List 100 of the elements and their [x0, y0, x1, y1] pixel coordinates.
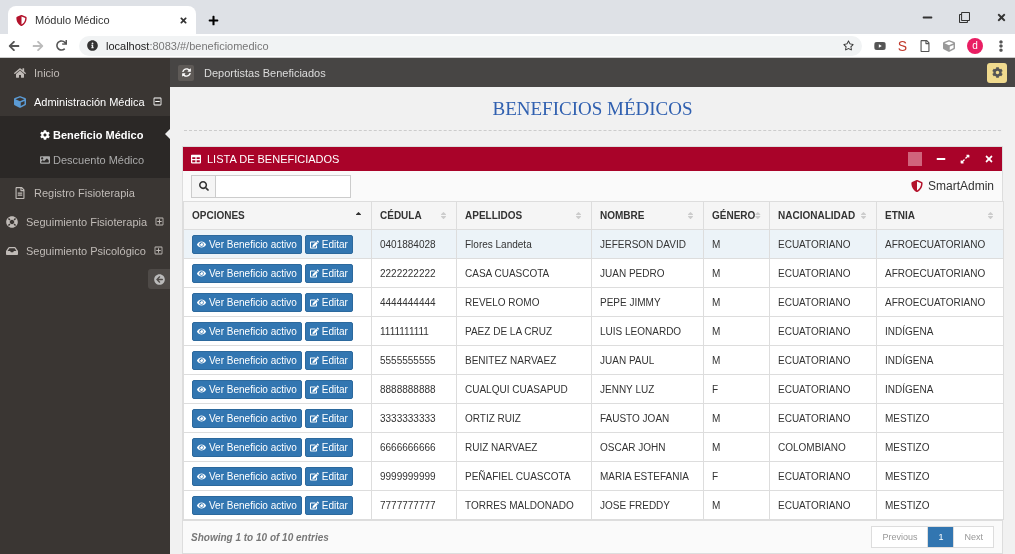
close-icon[interactable]: [984, 153, 994, 164]
table-row[interactable]: Ver Beneficio activo Editar 5555555555 BENITEZ NARVAEZ JUAN PAUL M ECUATORIANO INDÍGENA: [183, 345, 1004, 375]
edit-button[interactable]: Editar: [304, 379, 353, 399]
close-tab-icon[interactable]: [179, 15, 188, 25]
column-header[interactable]: ETNIA: [876, 201, 1004, 230]
view-button[interactable]: Ver Beneficio activo: [192, 350, 302, 370]
table-cell: INDÍGENA: [876, 345, 1004, 375]
table-cell: F: [703, 461, 770, 491]
view-button[interactable]: Ver Beneficio activo: [192, 379, 302, 399]
view-button[interactable]: Ver Beneficio activo: [192, 321, 302, 341]
eye-icon: [197, 384, 206, 394]
table-cell: ECUATORIANO: [769, 461, 877, 491]
browser-tab[interactable]: Módulo Médico: [8, 6, 196, 34]
table-row[interactable]: Ver Beneficio activo Editar 0401884028 Flores Landeta JEFERSON DAVID M ECUATORIANO AFROECUATORIANO: [183, 229, 1004, 259]
app-logo-icon: [16, 14, 27, 26]
table-row[interactable]: Ver Beneficio activo Editar 9999999999 PEÑAFIEL CUASCOTA MARIA ESTEFANIA F ECUATORIANO MESTIZO: [183, 461, 1004, 491]
sidebar-item[interactable]: Registro Fisioterapia: [0, 178, 170, 207]
cube-icon: [14, 95, 26, 108]
edit-button[interactable]: Editar: [304, 466, 353, 486]
table-cell: M: [703, 229, 770, 259]
table-cell: INDÍGENA: [876, 374, 1004, 404]
profile-avatar[interactable]: d: [967, 37, 983, 54]
column-header[interactable]: NOMBRE: [591, 201, 704, 230]
sidebar-item[interactable]: Inicio: [0, 58, 170, 87]
table-cell: M: [703, 432, 770, 462]
address-field[interactable]: localhost:8083/#/beneficiomedico: [79, 35, 862, 56]
edit-icon: [309, 413, 319, 423]
table-row[interactable]: Ver Beneficio activo Editar 3333333333 ORTIZ RUIZ FAUSTO JOAN M ECUATORIANO MESTIZO: [183, 403, 1004, 433]
table-cell: AFROECUATORIANO: [876, 258, 1004, 288]
table-row[interactable]: Ver Beneficio activo Editar 4444444444 REVELO ROMO PEPE JIMMY M ECUATORIANO AFROECUATORIANO: [183, 287, 1004, 317]
search-icon: [198, 181, 209, 192]
table-row[interactable]: Ver Beneficio activo Editar 7777777777 TORRES MALDONADO JOSE FREDDY M ECUATORIANO MESTIZO: [183, 490, 1004, 520]
edit-button[interactable]: Editar: [304, 234, 353, 254]
extension-letter[interactable]: S: [897, 37, 907, 54]
view-button[interactable]: Ver Beneficio activo: [192, 234, 302, 254]
sidebar-subitem[interactable]: Descuento Médico: [0, 147, 170, 172]
table-row[interactable]: Ver Beneficio activo Editar 1111111111 PAEZ DE LA CRUZ LUIS LEONARDO M ECUATORIANO INDÍGENA: [183, 316, 1004, 346]
eye-icon: [197, 297, 206, 307]
bookmark-star-icon[interactable]: [842, 40, 854, 51]
column-header[interactable]: NACIONALIDAD: [769, 201, 877, 230]
gear-icon: [40, 129, 50, 140]
table-cell: OSCAR JOHN: [591, 432, 704, 462]
edit-button[interactable]: Editar: [304, 437, 353, 457]
table-row[interactable]: Ver Beneficio activo Editar 6666666666 RUIZ NARVAEZ OSCAR JOHN M COLOMBIANO MESTIZO: [183, 432, 1004, 462]
table-row[interactable]: Ver Beneficio activo Editar 2222222222 CASA CUASCOTA JUAN PEDRO M ECUATORIANO AFROECUATORIANO: [183, 258, 1004, 288]
info-icon[interactable]: [87, 40, 98, 51]
table-cell: FAUSTO JOAN: [591, 403, 704, 433]
reload-icon[interactable]: [56, 40, 67, 51]
search-field[interactable]: [191, 174, 351, 198]
edit-button[interactable]: Editar: [304, 495, 353, 515]
color-swatch-button[interactable]: [908, 151, 922, 166]
table-cell: TORRES MALDONADO: [456, 490, 592, 520]
view-button[interactable]: Ver Beneficio activo: [192, 263, 302, 283]
eye-icon: [197, 442, 206, 452]
table-cell: ECUATORIANO: [769, 287, 877, 317]
edit-button[interactable]: Editar: [304, 321, 353, 341]
expand-icon[interactable]: [153, 246, 163, 255]
eye-icon: [197, 500, 206, 510]
document-icon[interactable]: [919, 39, 931, 52]
view-button[interactable]: Ver Beneficio activo: [192, 437, 302, 457]
edit-button[interactable]: Editar: [304, 292, 353, 312]
edit-button[interactable]: Editar: [304, 408, 353, 428]
cube-icon[interactable]: [943, 39, 955, 52]
view-button[interactable]: Ver Beneficio activo: [192, 408, 302, 428]
edit-button[interactable]: Editar: [304, 350, 353, 370]
sidebar-item[interactable]: Seguimiento Fisioterapia: [0, 207, 170, 236]
new-tab-icon[interactable]: [208, 15, 219, 26]
close-icon[interactable]: [996, 11, 1007, 23]
table-cell: JOSE FREDDY: [591, 490, 704, 520]
restore-icon[interactable]: [959, 11, 970, 23]
column-header[interactable]: OPCIONES: [183, 201, 372, 230]
edit-button[interactable]: Editar: [304, 263, 353, 283]
edit-icon: [309, 355, 319, 365]
brand-name: SmartAdmin: [927, 179, 994, 194]
table-cell: 6666666666: [371, 432, 457, 462]
view-button[interactable]: Ver Beneficio activo: [192, 495, 302, 515]
fullscreen-icon[interactable]: [960, 153, 970, 164]
back-icon[interactable]: [8, 39, 20, 52]
table-row[interactable]: Ver Beneficio activo Editar 8888888888 CUALQUI CUASAPUD JENNY LUZ F ECUATORIANO INDÍGENA: [183, 374, 1004, 404]
sidebar-item[interactable]: Seguimiento Psicológico: [0, 236, 170, 265]
pagination-button[interactable]: 1: [927, 526, 955, 549]
refresh-icon[interactable]: [178, 64, 194, 81]
table-cell: F: [703, 374, 770, 404]
play-icon[interactable]: [873, 39, 886, 52]
settings-button[interactable]: [987, 62, 1007, 83]
column-header[interactable]: APELLIDOS: [456, 201, 592, 230]
view-button[interactable]: Ver Beneficio activo: [192, 292, 302, 312]
table-cell: MARIA ESTEFANIA: [591, 461, 704, 491]
table-cell: MESTIZO: [876, 490, 1004, 520]
expand-icon[interactable]: [155, 217, 165, 226]
entries-info: Showing 1 to 10 of 10 entries: [191, 531, 329, 543]
table-cell: M: [703, 287, 770, 317]
table-cell: PAEZ DE LA CRUZ: [456, 316, 592, 346]
view-button[interactable]: Ver Beneficio activo: [192, 466, 302, 486]
table-cell: JENNY LUZ: [591, 374, 704, 404]
life-ring-icon: [6, 215, 18, 228]
collapse-sidebar-button[interactable]: [148, 269, 170, 289]
column-header[interactable]: GÉNERO: [703, 201, 770, 230]
sidebar-item[interactable]: Administración Médica: [0, 87, 170, 116]
column-header[interactable]: CÉDULA: [371, 201, 457, 230]
